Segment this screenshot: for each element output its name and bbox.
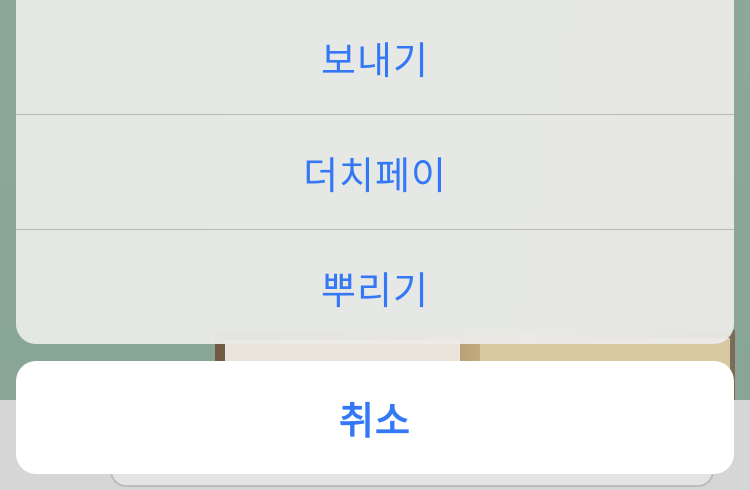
action-sheet-group: 보내기 더치페이 뿌리기 (16, 0, 734, 344)
cancel-button-label: 취소 (339, 399, 411, 443)
send-action-label: 보내기 (321, 38, 429, 83)
send-action-button[interactable]: 보내기 (16, 0, 734, 114)
cancel-button[interactable]: 취소 (16, 361, 734, 474)
dutch-pay-action-label: 더치페이 (303, 153, 447, 198)
dutch-pay-action-button[interactable]: 더치페이 (16, 114, 734, 229)
sprinkle-action-button[interactable]: 뿌리기 (16, 229, 734, 344)
sprinkle-action-label: 뿌리기 (321, 268, 429, 313)
